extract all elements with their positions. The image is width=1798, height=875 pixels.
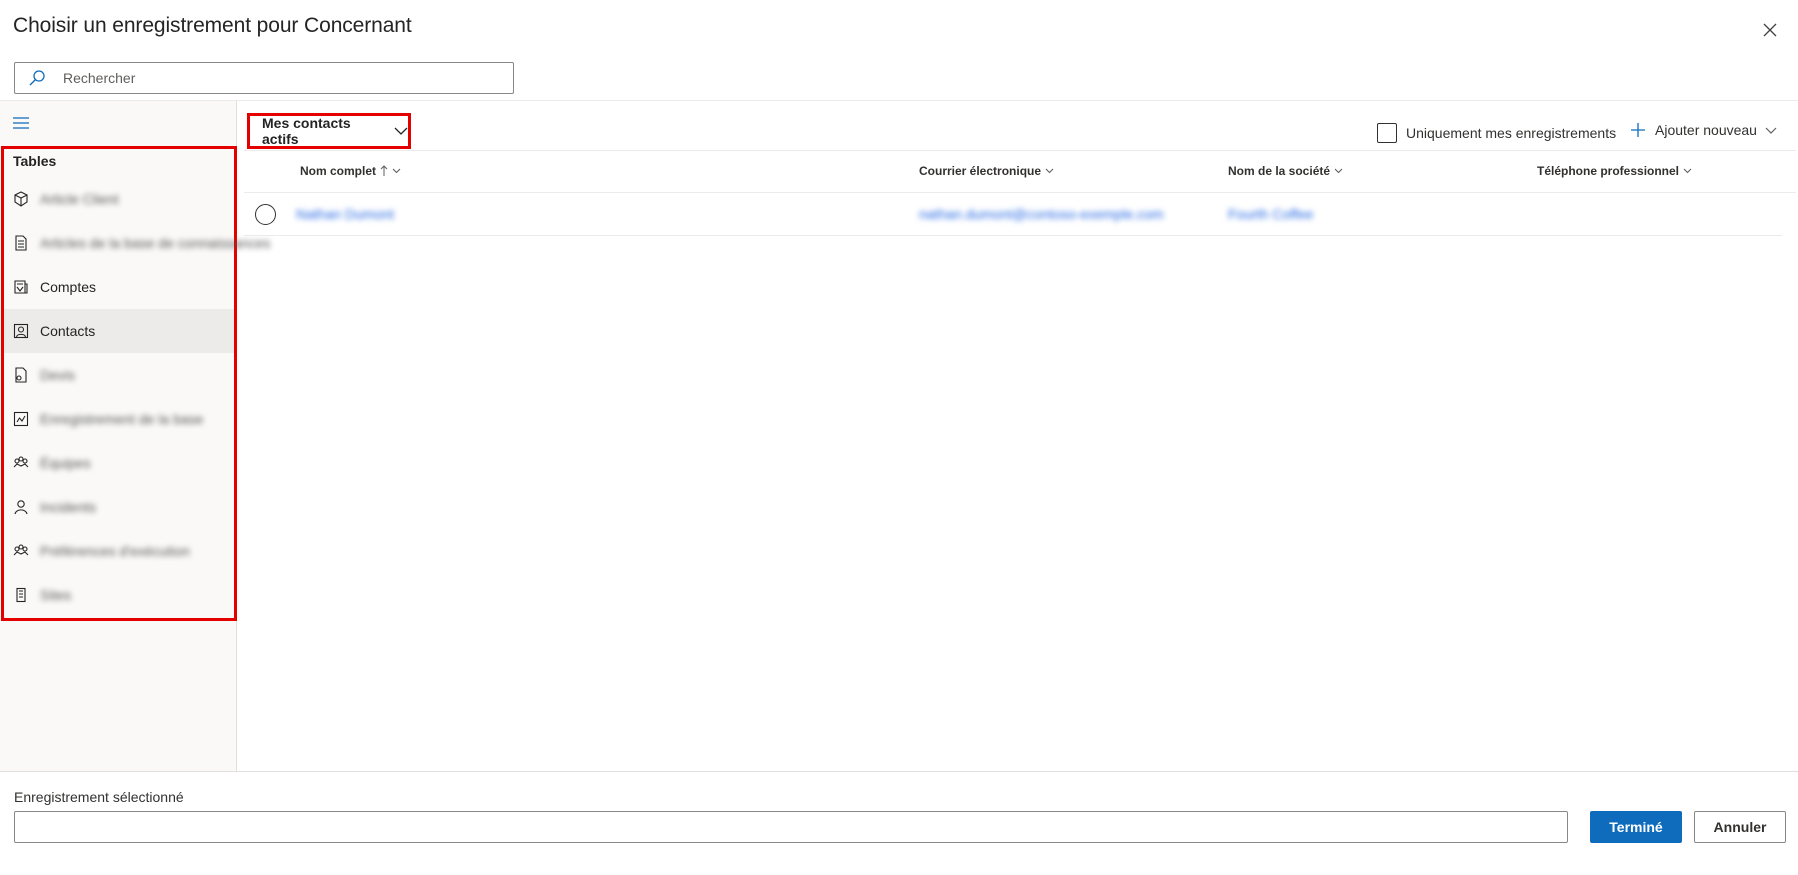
search-input[interactable] — [61, 69, 501, 87]
contact-card-icon — [13, 323, 29, 339]
cancel-button[interactable]: Annuler — [1694, 811, 1786, 843]
view-selector[interactable]: Mes contacts actifs — [247, 113, 411, 149]
dialog-title: Choisir un enregistrement pour Concernan… — [13, 14, 412, 37]
sidebar-item-label: Préférences d'exécution — [40, 543, 190, 559]
add-new-button[interactable]: Ajouter nouveau — [1629, 121, 1777, 139]
view-selector-label: Mes contacts actifs — [262, 115, 351, 147]
sidebar-item-sites[interactable]: Sites — [4, 573, 234, 617]
chevron-down-icon — [1683, 168, 1692, 174]
close-button[interactable] — [1758, 18, 1782, 42]
row-select-radio[interactable] — [255, 204, 276, 225]
sidebar-item-incidents[interactable]: Incidents — [4, 485, 234, 529]
hamburger-icon — [13, 117, 29, 129]
sidebar-item-label: Incidents — [40, 499, 97, 515]
sidebar-item-label: Articles de la base de connaissances — [40, 235, 271, 251]
sidebar-item-contacts[interactable]: Contacts — [4, 309, 234, 353]
chevron-down-icon — [394, 124, 408, 138]
sidebar-item-label: Comptes — [40, 279, 97, 295]
selected-record-field[interactable] — [14, 811, 1568, 843]
sidebar-item-article-client[interactable]: Article Client — [4, 177, 234, 221]
building-icon — [13, 587, 29, 603]
cell-email[interactable]: nathan.dumont@contoso-exemple.com — [919, 206, 1164, 222]
quote-icon — [13, 367, 29, 383]
records-panel: Mes contacts actifs Uniquement mes enreg… — [238, 101, 1798, 771]
sidebar-item-comptes[interactable]: Comptes — [4, 265, 234, 309]
chevron-down-icon — [392, 168, 401, 174]
tables-list: Tables Article Client Articles de la bas… — [1, 146, 270, 621]
close-icon — [1763, 23, 1777, 37]
grid-header: Nom complet Courrier électronique Nom de… — [244, 150, 1796, 193]
chevron-down-icon — [1334, 168, 1343, 174]
column-header-courrier[interactable]: Courrier électronique — [919, 164, 1054, 178]
sidebar-item-preferences[interactable]: Préférences d'exécution — [4, 529, 234, 573]
table-row[interactable]: Nathan Dumont nathan.dumont@contoso-exem… — [244, 193, 1782, 236]
sidebar-item-devis[interactable]: Devis — [4, 353, 234, 397]
sidebar-item-label: Équipes — [40, 455, 91, 471]
only-mine-toggle[interactable]: Uniquement mes enregistrements — [1377, 123, 1616, 143]
only-mine-label: Uniquement mes enregistrements — [1406, 125, 1617, 141]
footer-divider — [0, 771, 1798, 772]
chevron-down-icon[interactable] — [1765, 127, 1777, 134]
account-icon — [13, 279, 29, 295]
sidebar-item-enregistrement-base[interactable]: Enregistrement de la base — [4, 397, 234, 441]
plus-icon — [1629, 121, 1647, 139]
knowledge-record-icon — [13, 411, 29, 427]
search-icon — [27, 68, 47, 88]
sort-ascending-icon — [380, 165, 388, 177]
add-new-label: Ajouter nouveau — [1655, 122, 1757, 138]
team-icon — [13, 543, 29, 559]
sidebar-item-label: Article Client — [40, 191, 119, 207]
hamburger-menu-button[interactable] — [11, 114, 31, 132]
person-icon — [13, 499, 29, 515]
sidebar-item-label: Enregistrement de la base — [40, 411, 204, 427]
team-icon — [13, 455, 29, 471]
column-header-nom-complet[interactable]: Nom complet — [300, 164, 401, 178]
cell-full-name[interactable]: Nathan Dumont — [296, 206, 394, 222]
selected-record-label: Enregistrement sélectionné — [14, 789, 184, 805]
sidebar-item-articles-base[interactable]: Articles de la base de connaissances — [4, 221, 270, 265]
cell-company[interactable]: Fourth Coffee — [1228, 206, 1313, 222]
sidebar-item-label: Sites — [40, 587, 72, 603]
done-button[interactable]: Terminé — [1590, 811, 1682, 843]
cube-icon — [13, 191, 29, 207]
document-icon — [13, 235, 29, 251]
column-header-telephone[interactable]: Téléphone professionnel — [1537, 164, 1692, 178]
tables-heading: Tables — [13, 153, 57, 169]
only-mine-checkbox[interactable] — [1377, 123, 1397, 143]
sidebar-item-equipes[interactable]: Équipes — [4, 441, 234, 485]
column-header-societe[interactable]: Nom de la société — [1228, 164, 1343, 178]
chevron-down-icon — [1045, 168, 1054, 174]
search-box[interactable] — [14, 62, 514, 94]
sidebar-item-label: Contacts — [40, 323, 96, 339]
sidebar-item-label: Devis — [40, 367, 76, 383]
tables-sidebar: Tables Article Client Articles de la bas… — [0, 101, 270, 771]
